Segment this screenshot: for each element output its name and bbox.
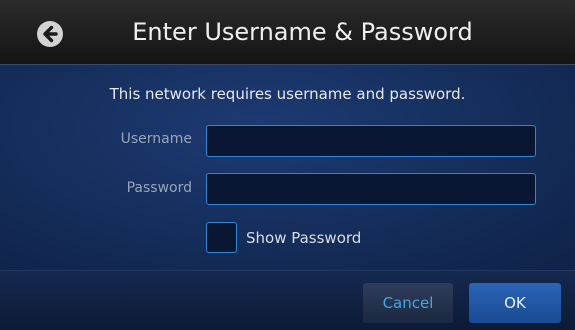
username-label: Username bbox=[120, 131, 192, 147]
password-label: Password bbox=[126, 180, 192, 196]
info-message: This network requires username and passw… bbox=[109, 85, 466, 103]
password-field[interactable] bbox=[206, 173, 536, 205]
ok-button[interactable]: OK bbox=[469, 283, 561, 323]
page-title: Enter Username & Password bbox=[132, 18, 473, 46]
title-bar: Enter Username & Password bbox=[0, 0, 575, 65]
button-bar: Cancel OK bbox=[0, 270, 575, 330]
login-dialog: Enter Username & Password This network r… bbox=[0, 0, 575, 330]
form-area: This network requires username and passw… bbox=[0, 65, 575, 270]
cancel-button[interactable]: Cancel bbox=[363, 283, 453, 323]
show-password-checkbox[interactable] bbox=[206, 222, 237, 253]
show-password-label[interactable]: Show Password bbox=[246, 229, 361, 247]
username-field[interactable] bbox=[206, 125, 536, 157]
